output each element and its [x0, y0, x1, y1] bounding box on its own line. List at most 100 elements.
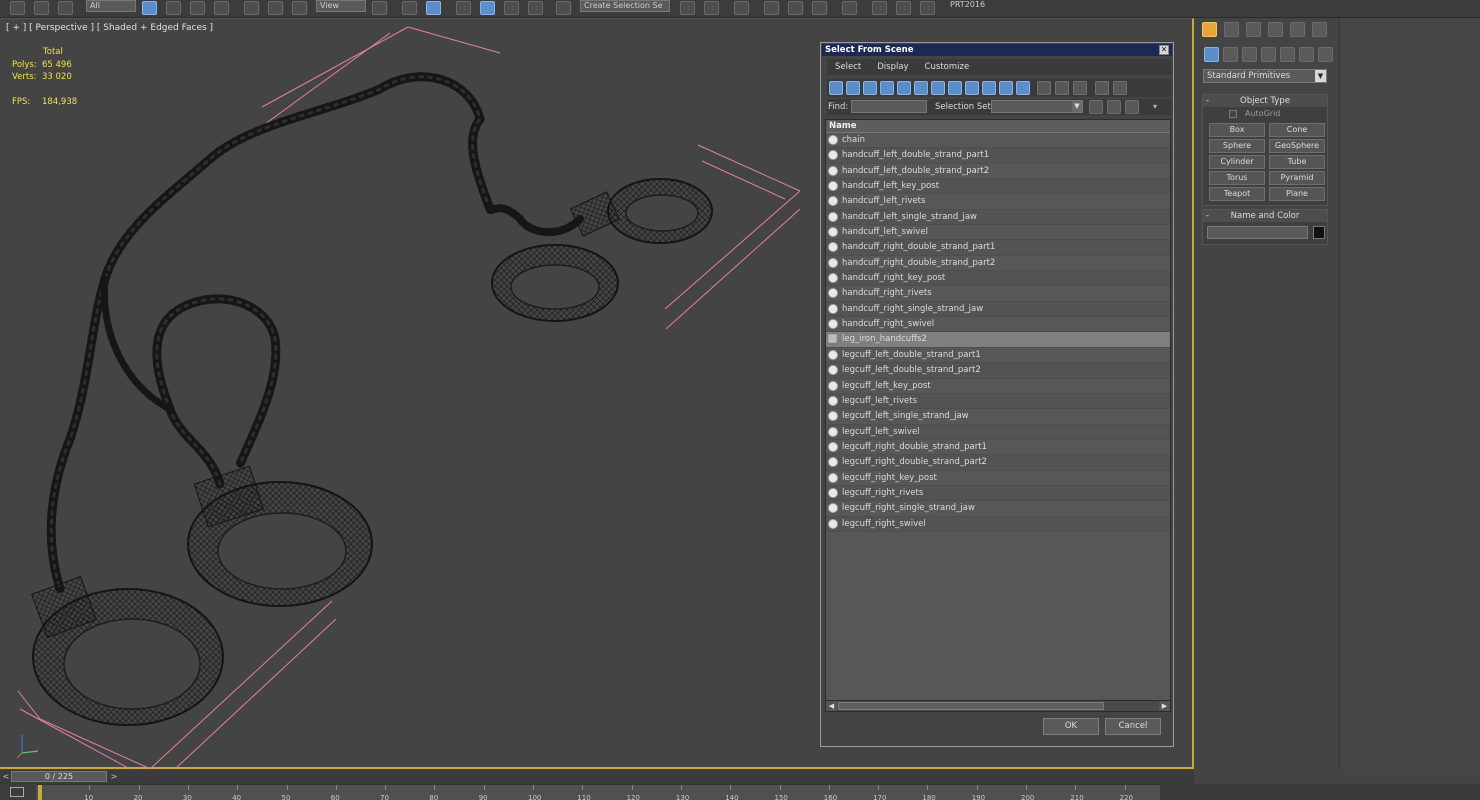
hidden-filter-icon[interactable]: [1016, 81, 1030, 95]
list-item[interactable]: handcuff_right_double_strand_part2: [826, 256, 1170, 272]
lights-filter-icon[interactable]: [863, 81, 877, 95]
object-type-rollout-header[interactable]: - Object Type: [1203, 95, 1327, 107]
angle-snap-icon[interactable]: [480, 1, 495, 15]
scroll-right-icon[interactable]: ▶: [1159, 701, 1170, 711]
create-selset-icon[interactable]: [1089, 100, 1103, 114]
groups-filter-icon[interactable]: [931, 81, 945, 95]
containers-filter-icon[interactable]: [982, 81, 996, 95]
primitive-button-teapot[interactable]: Teapot: [1209, 187, 1265, 201]
time-slider[interactable]: 0 / 225: [11, 771, 107, 782]
primitive-button-cone[interactable]: Cone: [1269, 123, 1325, 137]
motion-tab-icon[interactable]: [1268, 22, 1283, 37]
select-invert-icon[interactable]: [1073, 81, 1087, 95]
layer-manager-icon[interactable]: [734, 1, 749, 15]
select-object-icon[interactable]: [142, 1, 157, 15]
create-tab-icon[interactable]: [1202, 22, 1217, 37]
scene-object-list[interactable]: Name chain handcuff_left_double_strand_pa…: [825, 119, 1171, 701]
collapse-icon[interactable]: -: [1206, 95, 1209, 107]
list-item[interactable]: handcuff_right_key_post: [826, 271, 1170, 287]
bones-filter-icon[interactable]: [965, 81, 979, 95]
list-item[interactable]: handcuff_right_rivets: [826, 286, 1170, 302]
render-production-icon[interactable]: [920, 1, 935, 15]
list-item[interactable]: legcuff_right_double_strand_part1: [826, 440, 1170, 456]
list-item[interactable]: legcuff_right_rivets: [826, 485, 1170, 502]
list-item[interactable]: legcuff_left_key_post: [826, 379, 1170, 394]
geometry-filter-icon[interactable]: [829, 81, 843, 95]
primitive-button-torus[interactable]: Torus: [1209, 171, 1265, 185]
edit-named-selection-icon[interactable]: [556, 1, 571, 15]
helpers-filter-icon[interactable]: [897, 81, 911, 95]
primitive-button-box[interactable]: Box: [1209, 123, 1265, 137]
list-item[interactable]: legcuff_left_rivets: [826, 393, 1170, 410]
named-selection-dropdown[interactable]: Create Selection Se: [580, 0, 670, 12]
remove-selset-icon[interactable]: [1125, 100, 1139, 114]
cancel-button[interactable]: Cancel: [1105, 718, 1161, 735]
primitive-category-dropdown[interactable]: Standard Primitives ▼: [1203, 69, 1327, 83]
prev-frame-button[interactable]: <: [1, 771, 11, 782]
list-item[interactable]: handcuff_right_double_strand_part1: [826, 240, 1170, 256]
space-warps-icon[interactable]: [1299, 47, 1314, 62]
primitive-button-tube[interactable]: Tube: [1269, 155, 1325, 169]
list-item[interactable]: handcuff_left_rivets: [826, 194, 1170, 210]
track-bar[interactable]: 10 20 30 40 50 60 70 80 90 100 110 120 130 140 150 160 1…: [0, 784, 1160, 800]
find-input[interactable]: [851, 100, 927, 113]
mini-curve-editor-icon[interactable]: [10, 787, 24, 797]
spacewarps-filter-icon[interactable]: [914, 81, 928, 95]
helpers-icon[interactable]: [1280, 47, 1295, 62]
primitive-button-pyramid[interactable]: Pyramid: [1269, 171, 1325, 185]
menu-select[interactable]: Select: [827, 59, 869, 75]
object-name-input[interactable]: [1207, 226, 1308, 239]
list-item[interactable]: handcuff_left_double_strand_part2: [826, 164, 1170, 180]
close-icon[interactable]: ✕: [1159, 45, 1169, 55]
render-setup-icon[interactable]: [872, 1, 887, 15]
shapes-filter-icon[interactable]: [846, 81, 860, 95]
chevron-down-icon[interactable]: ▼: [1072, 101, 1082, 112]
scale-icon[interactable]: [292, 1, 307, 15]
column-header-name[interactable]: Name: [826, 120, 1170, 133]
primitive-button-geosphere[interactable]: GeoSphere: [1269, 139, 1325, 153]
scroll-thumb[interactable]: [838, 702, 1104, 710]
list-item[interactable]: handcuff_left_key_post: [826, 179, 1170, 195]
reference-coord-dropdown[interactable]: View: [316, 0, 366, 12]
pivot-center-icon[interactable]: [372, 1, 387, 15]
graphite-tools-icon[interactable]: [764, 1, 779, 15]
hierarchy-tab-icon[interactable]: [1246, 22, 1261, 37]
align-icon[interactable]: [704, 1, 719, 15]
list-item[interactable]: legcuff_left_swivel: [826, 424, 1170, 440]
select-manipulate-icon[interactable]: [402, 1, 417, 15]
chevron-down-icon[interactable]: ▼: [1315, 70, 1326, 82]
frozen-filter-icon[interactable]: [999, 81, 1013, 95]
list-item[interactable]: leg_iron_handcuffs2: [826, 332, 1170, 348]
bind-space-warp-icon[interactable]: [58, 1, 73, 15]
list-item[interactable]: handcuff_left_single_strand_jaw: [826, 209, 1170, 226]
link-icon[interactable]: [10, 1, 25, 15]
list-item[interactable]: handcuff_left_double_strand_part1: [826, 148, 1170, 164]
select-by-name-icon[interactable]: [166, 1, 181, 15]
schematic-view-icon[interactable]: [812, 1, 827, 15]
percent-snap-icon[interactable]: [504, 1, 519, 15]
menu-customize[interactable]: Customize: [917, 59, 978, 75]
list-item[interactable]: legcuff_left_single_strand_jaw: [826, 409, 1170, 425]
collapse-icon[interactable]: -: [1206, 210, 1209, 222]
horizontal-scrollbar[interactable]: ◀ ▶: [825, 700, 1171, 712]
list-item[interactable]: handcuff_right_swivel: [826, 317, 1170, 333]
autogrid-checkbox[interactable]: [1229, 110, 1237, 118]
filter-funnel-icon[interactable]: [1095, 81, 1109, 95]
primitive-button-sphere[interactable]: Sphere: [1209, 139, 1265, 153]
geometry-icon[interactable]: [1204, 47, 1219, 62]
display-tab-icon[interactable]: [1290, 22, 1305, 37]
list-item[interactable]: legcuff_right_single_strand_jaw: [826, 501, 1170, 517]
rect-selection-icon[interactable]: [190, 1, 205, 15]
edit-selset-icon[interactable]: [1107, 100, 1121, 114]
list-item[interactable]: legcuff_right_key_post: [826, 471, 1170, 486]
menu-display[interactable]: Display: [869, 59, 916, 75]
object-color-swatch[interactable]: [1313, 226, 1325, 239]
utilities-tab-icon[interactable]: [1312, 22, 1327, 37]
lights-icon[interactable]: [1242, 47, 1257, 62]
current-frame-marker[interactable]: [38, 785, 42, 800]
list-item[interactable]: chain: [826, 133, 1170, 149]
list-item[interactable]: legcuff_right_double_strand_part2: [826, 455, 1170, 471]
scroll-left-icon[interactable]: ◀: [826, 701, 837, 711]
window-crossing-icon[interactable]: [214, 1, 229, 15]
snap-toggle-icon[interactable]: [456, 1, 471, 15]
